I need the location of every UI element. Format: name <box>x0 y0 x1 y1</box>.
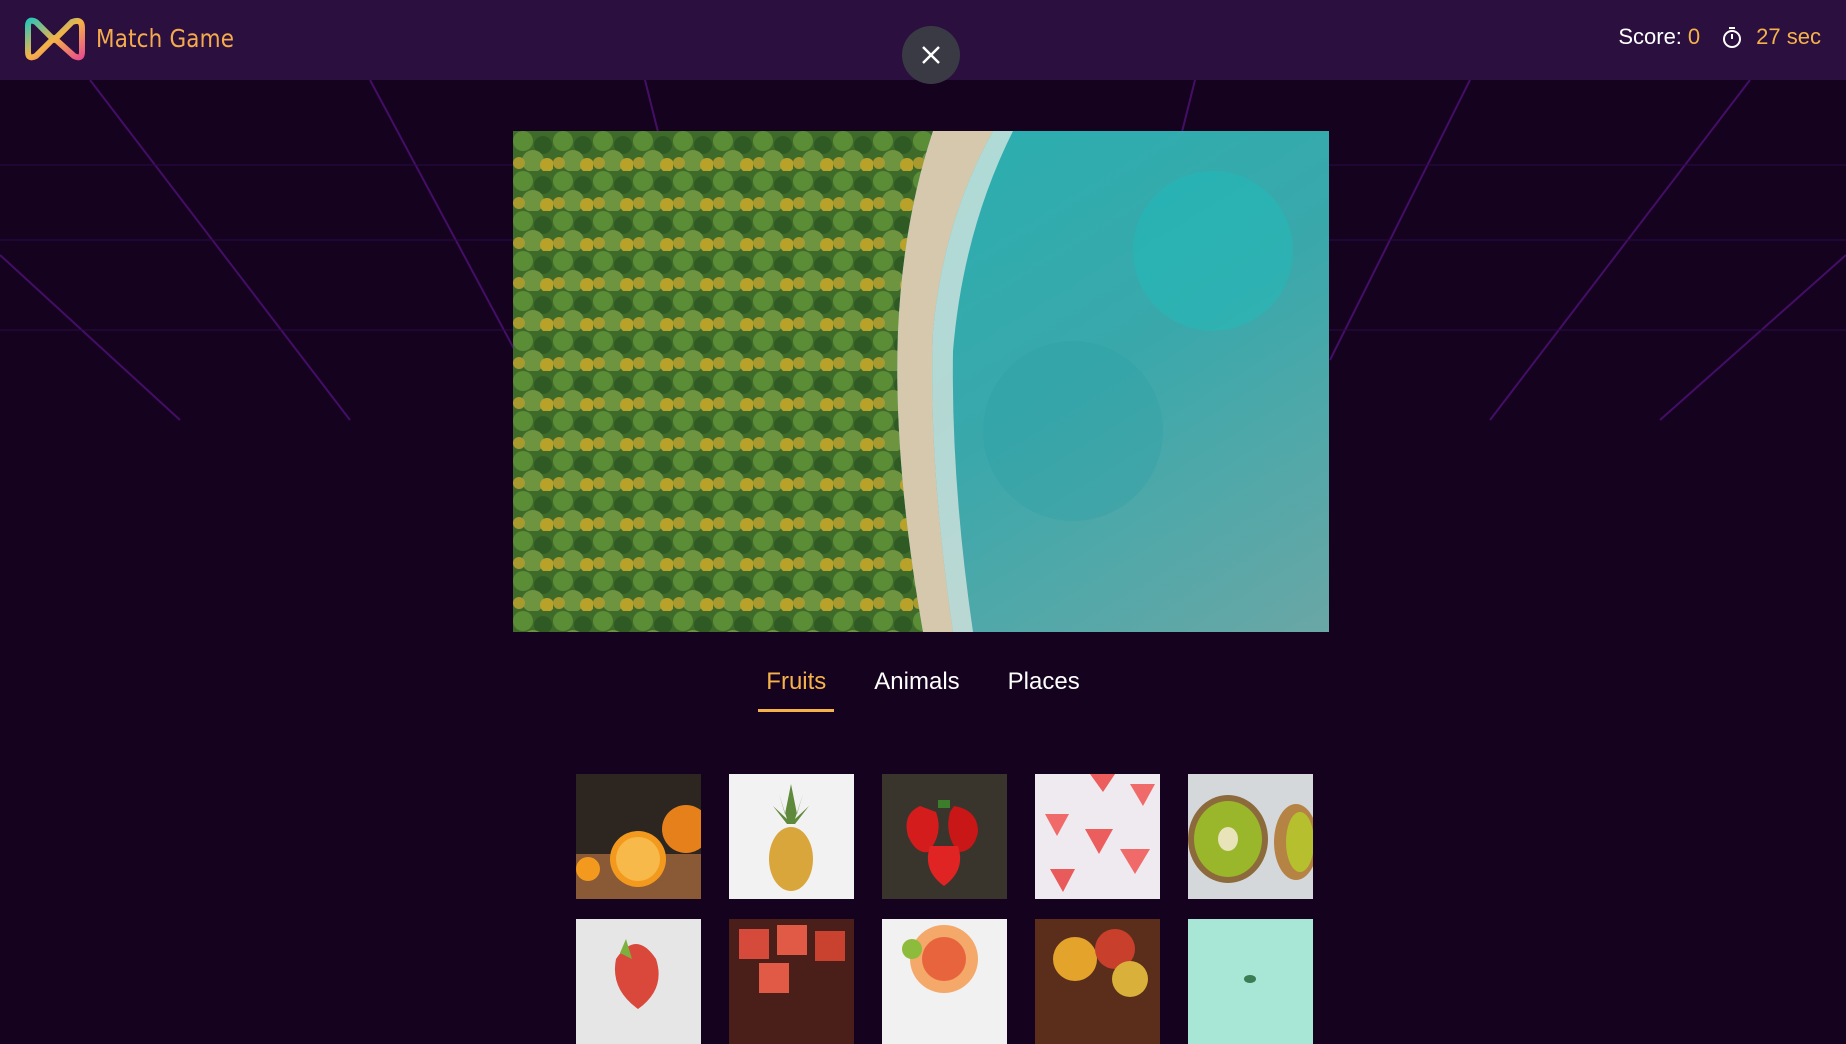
card-fruit-bowl[interactable] <box>882 919 1007 1044</box>
tab-places[interactable]: Places <box>1000 668 1088 712</box>
card-watermelon[interactable] <box>1035 774 1160 899</box>
close-button[interactable] <box>902 26 960 84</box>
card-pineapple[interactable] <box>729 774 854 899</box>
score-label: Score: <box>1618 24 1682 49</box>
card-mint[interactable] <box>1188 919 1313 1044</box>
close-icon <box>922 46 940 64</box>
stopwatch-icon <box>1723 27 1742 48</box>
card-orange[interactable] <box>576 774 701 899</box>
app-title: Match Game <box>96 23 235 53</box>
logo-icon <box>25 17 85 61</box>
card-apples[interactable] <box>1035 919 1160 1044</box>
timer: 27 sec <box>1720 24 1821 50</box>
card-watermelon-cubes[interactable] <box>729 919 854 1044</box>
preview-image <box>513 131 1329 632</box>
app-logo[interactable]: Match Game <box>20 12 257 64</box>
card-kiwi[interactable] <box>1188 774 1313 899</box>
stats-panel: Score: 0 27 sec <box>1618 24 1821 50</box>
card-dragon-fruit[interactable] <box>576 919 701 1044</box>
card-strawberry[interactable] <box>882 774 1007 899</box>
timer-value: 27 sec <box>1756 24 1821 49</box>
tab-animals[interactable]: Animals <box>866 668 967 712</box>
tab-fruits[interactable]: Fruits <box>758 668 835 712</box>
score-value: 0 <box>1687 24 1701 49</box>
category-tabs: Fruits Animals Places <box>0 668 1846 712</box>
